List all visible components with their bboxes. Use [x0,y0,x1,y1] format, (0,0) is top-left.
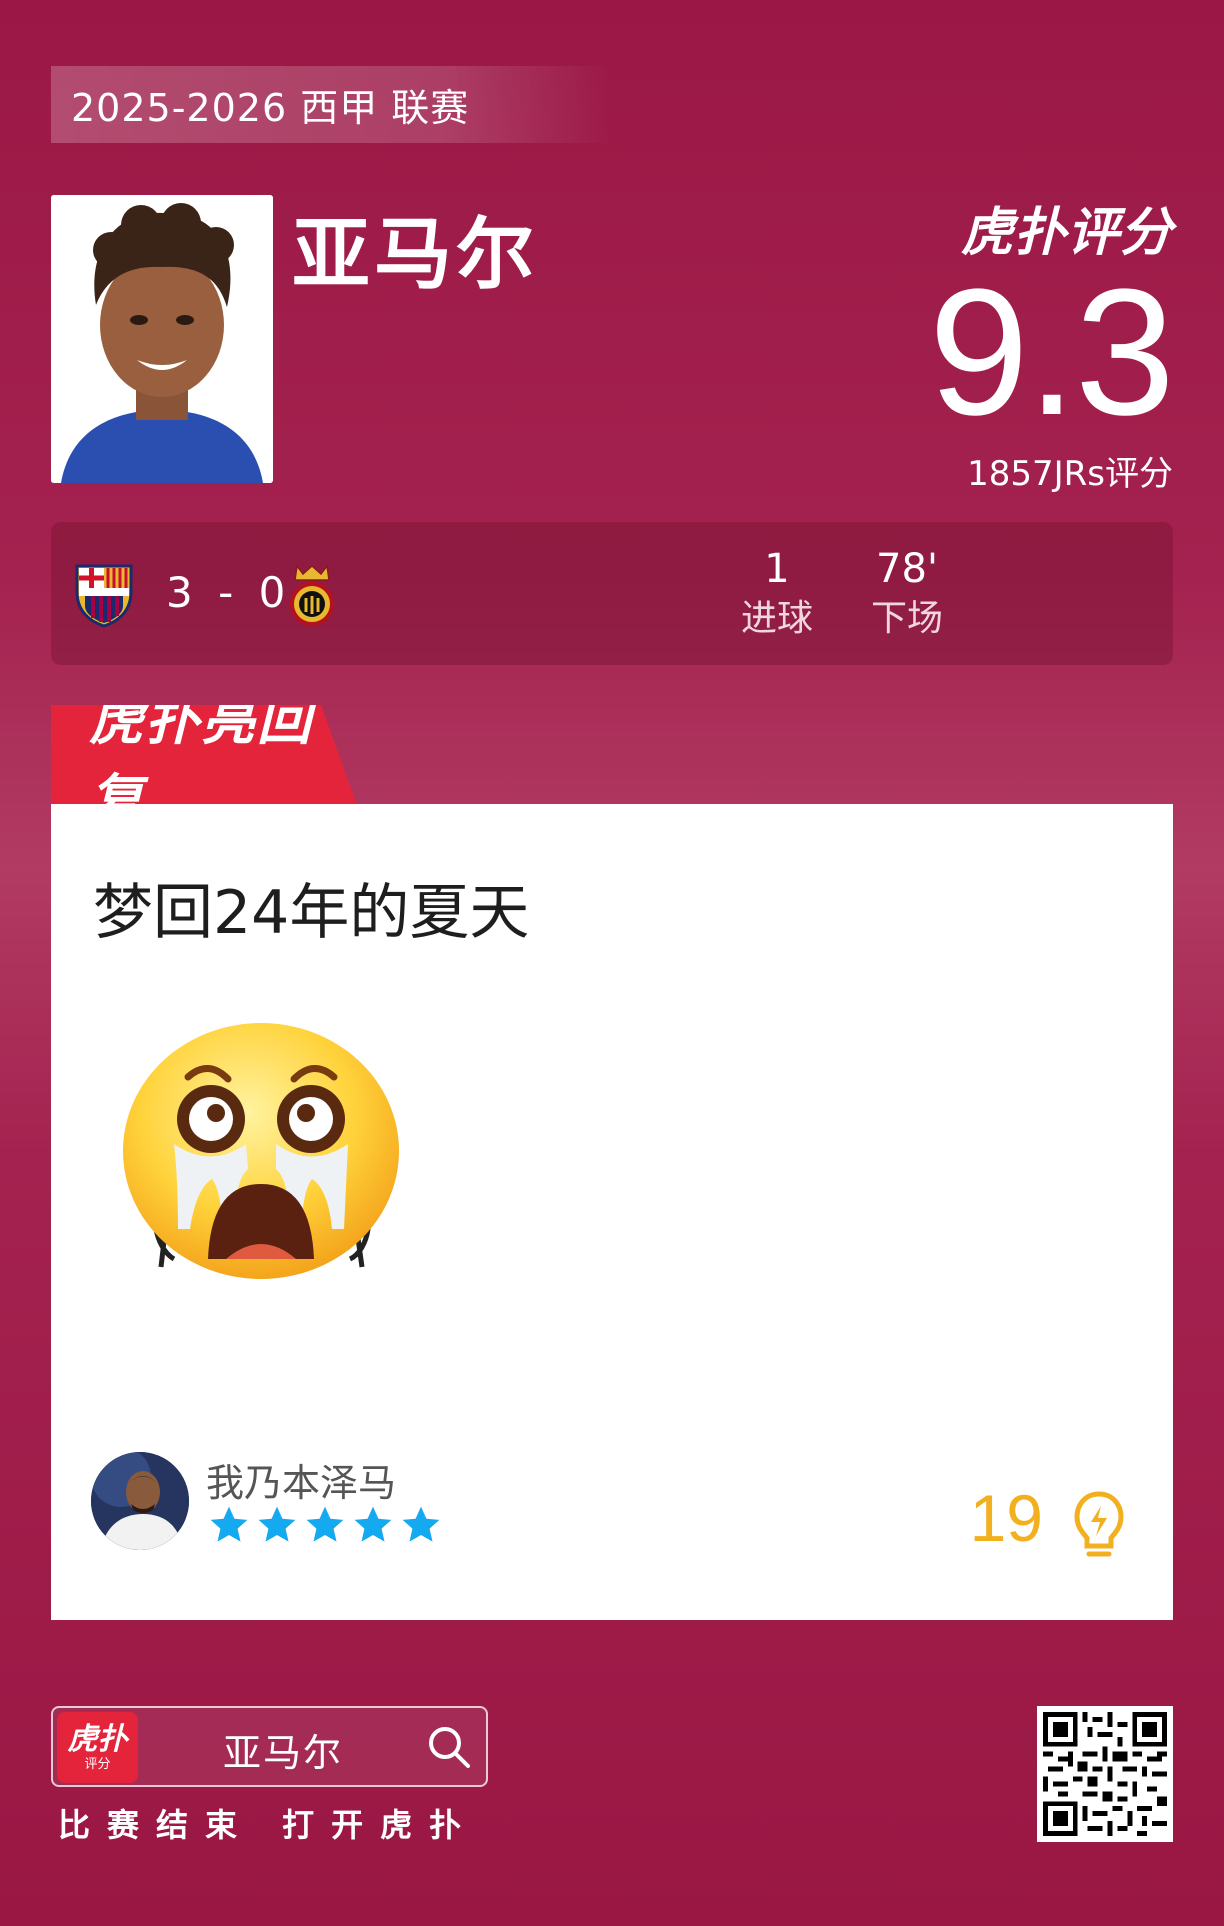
rating-count: 1857JRs评分 [967,454,1173,494]
lightbulb-icon[interactable] [1073,1490,1125,1562]
reply-text: 梦回24年的夏天 [93,878,530,948]
mallorca-crest-icon [287,562,337,628]
user-avatar[interactable] [91,1452,189,1550]
star-icon [258,1506,296,1542]
player-score: 9.3 [928,252,1175,453]
app-icon-label: 虎扑 [67,1721,128,1757]
stat-subbed-value: 78' [876,546,938,592]
stat-goals-value: 1 [764,546,790,592]
barcelona-crest-icon [73,562,135,628]
open-app-cta: 比赛结束 打开虎扑 [58,1806,479,1844]
qr-code[interactable] [1037,1706,1173,1842]
stat-goals: 1 进球 [717,544,837,644]
match-score: 3 - 0 [166,568,292,617]
crying-face-emoji [116,1019,406,1319]
player-photo [51,195,273,483]
search-query: 亚马尔 [223,1731,344,1775]
app-icon-sublabel: 评分 [84,1756,111,1772]
star-icon [306,1506,344,1542]
stat-subbed-off: 78' 下场 [847,544,967,644]
username[interactable]: 我乃本泽马 [206,1452,396,1507]
user-star-rating [208,1504,442,1546]
search-box[interactable]: 虎扑 评分 亚马尔 [51,1706,488,1787]
like-count: 19 [969,1481,1043,1555]
reply-card[interactable]: 梦回24年的夏天 我乃本泽马 19 [51,804,1173,1620]
stat-goals-label: 进球 [740,598,813,639]
star-icon [354,1506,392,1542]
search-icon[interactable] [424,1722,474,1772]
star-icon [402,1506,440,1542]
hupu-app-icon: 虎扑 评分 [57,1712,138,1783]
season-label: 2025-2026 西甲 联赛 [71,86,470,130]
season-banner: 2025-2026 西甲 联赛 [51,66,611,143]
star-icon [210,1506,248,1542]
match-summary[interactable]: 3 - 0 1 进球 78' 下场 [51,522,1173,665]
stat-subbed-label: 下场 [870,598,943,639]
highlight-reply-tab: 虎扑亮回复 [51,705,357,805]
player-name: 亚马尔 [292,210,539,300]
